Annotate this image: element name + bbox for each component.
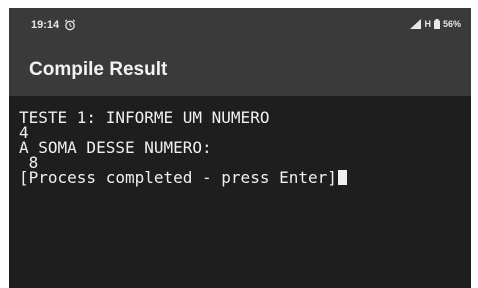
console-line: TESTE 1: INFORME UM NUMERO xyxy=(19,108,270,127)
battery-level: 56% xyxy=(442,19,461,29)
battery-icon xyxy=(433,19,440,29)
status-time: 19:14 xyxy=(31,19,60,31)
status-right: H 56% xyxy=(410,19,461,29)
status-left: 19:14 xyxy=(31,19,76,31)
page-title: Compile Result xyxy=(29,59,168,80)
alarm-icon xyxy=(64,19,76,31)
status-bar: 19:14 H 56% xyxy=(9,8,471,44)
console-last-line: [Process completed - press Enter] xyxy=(19,168,471,187)
text-cursor xyxy=(337,170,347,185)
app-bar: Compile Result xyxy=(9,44,471,96)
phone-screen: 19:14 H 56% Compile Result TESTE 1: INFO… xyxy=(9,8,471,288)
console-line-text: [Process completed - press Enter] xyxy=(19,168,337,187)
console-output[interactable]: TESTE 1: INFORME UM NUMERO 4 A SOMA DESS… xyxy=(9,96,471,288)
signal-icon xyxy=(410,19,422,29)
console-line: A SOMA DESSE NUMERO: xyxy=(19,138,212,157)
network-type: H xyxy=(424,19,431,29)
